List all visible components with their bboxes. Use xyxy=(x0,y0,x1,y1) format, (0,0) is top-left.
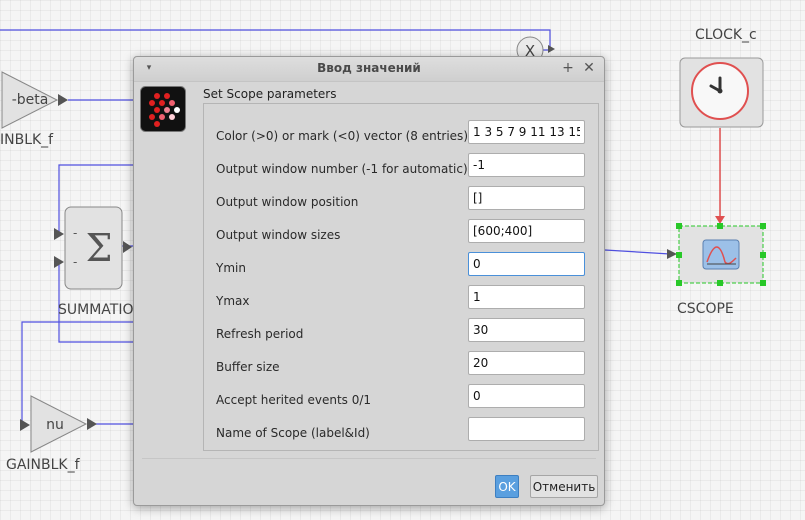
gain-nu-out-port xyxy=(87,418,97,430)
gain-nu-label: GAINBLK_f xyxy=(6,457,80,473)
dialog-titlebar[interactable]: ▾ Ввод значений + ✕ xyxy=(134,57,604,82)
event-link-arrow xyxy=(715,216,725,224)
summation-port-minus-top: - xyxy=(73,226,77,240)
field-row-color: Color (>0) or mark (<0) vector (8 entrie… xyxy=(204,120,598,154)
gain-beta-label: INBLK_f xyxy=(0,132,54,148)
field-row-window-sizes: Output window sizes xyxy=(204,219,598,253)
gain-nu-block[interactable]: nu xyxy=(30,395,88,453)
field-row-buffer-size: Buffer size xyxy=(204,351,598,385)
clock-block[interactable] xyxy=(679,57,764,128)
ymin-input[interactable] xyxy=(468,252,585,276)
gain-nu-text: nu xyxy=(46,417,64,433)
window-number-input[interactable] xyxy=(468,153,585,177)
summation-port-minus-bottom: - xyxy=(73,255,77,269)
field-label-refresh-period: Refresh period xyxy=(216,327,304,341)
clock-label: CLOCK_c xyxy=(695,27,757,43)
scope-in-port xyxy=(667,249,677,259)
dialog-heading: Set Scope parameters xyxy=(203,87,337,101)
field-row-herited-events: Accept herited events 0/1 xyxy=(204,384,598,418)
scope-name-input[interactable] xyxy=(468,417,585,441)
gain-nu-in-port xyxy=(20,419,30,431)
fields-group: Color (>0) or mark (<0) vector (8 entrie… xyxy=(203,103,599,451)
gain-beta-text: -beta xyxy=(12,92,49,108)
gain-beta-out-port xyxy=(58,94,68,106)
color-vector-input[interactable] xyxy=(468,120,585,144)
gain-beta-block[interactable]: -beta xyxy=(1,71,59,129)
field-label-ymin: Ymin xyxy=(216,261,246,275)
scope-block[interactable] xyxy=(678,225,764,284)
summation-symbol: Σ xyxy=(86,226,113,270)
summation-label: SUMMATIO xyxy=(58,302,134,318)
scope-parameters-dialog: ▾ Ввод значений + ✕ Set Scope parameters… xyxy=(133,56,605,506)
buffer-size-input[interactable] xyxy=(468,351,585,375)
field-label-ymax: Ymax xyxy=(216,294,250,308)
field-row-refresh-period: Refresh period xyxy=(204,318,598,352)
dialog-title: Ввод значений xyxy=(317,61,421,75)
field-label-window-position: Output window position xyxy=(216,195,359,209)
field-label-window-number: Output window number (-1 for automatic) xyxy=(216,162,468,176)
ok-button[interactable]: OK xyxy=(495,475,519,498)
field-row-ymin: Ymin xyxy=(204,252,598,286)
field-row-ymax: Ymax xyxy=(204,285,598,319)
field-label-herited-events: Accept herited events 0/1 xyxy=(216,393,372,407)
field-label-scope-name: Name of Scope (label&Id) xyxy=(216,426,370,440)
field-label-color: Color (>0) or mark (<0) vector (8 entrie… xyxy=(216,129,468,143)
button-separator xyxy=(142,458,596,459)
maximize-icon[interactable]: + xyxy=(560,60,576,76)
herited-events-input[interactable] xyxy=(468,384,585,408)
scope-label: CSCOPE xyxy=(677,301,734,317)
summation-block[interactable]: Σ - - xyxy=(64,206,123,290)
refresh-period-input[interactable] xyxy=(468,318,585,342)
field-label-buffer-size: Buffer size xyxy=(216,360,280,374)
scope-icon xyxy=(702,239,740,270)
window-sizes-input[interactable] xyxy=(468,219,585,243)
summation-out-port xyxy=(123,241,132,253)
window-position-input[interactable] xyxy=(468,186,585,210)
field-label-window-sizes: Output window sizes xyxy=(216,228,341,242)
cancel-button[interactable]: Отменить xyxy=(530,475,598,498)
product-out-port xyxy=(548,45,555,53)
scope-palette-icon xyxy=(140,86,186,132)
field-row-scope-name: Name of Scope (label&Id) xyxy=(204,417,598,451)
ymax-input[interactable] xyxy=(468,285,585,309)
field-row-window-position: Output window position xyxy=(204,186,598,220)
field-row-window-number: Output window number (-1 for automatic) xyxy=(204,153,598,187)
close-icon[interactable]: ✕ xyxy=(581,60,597,76)
